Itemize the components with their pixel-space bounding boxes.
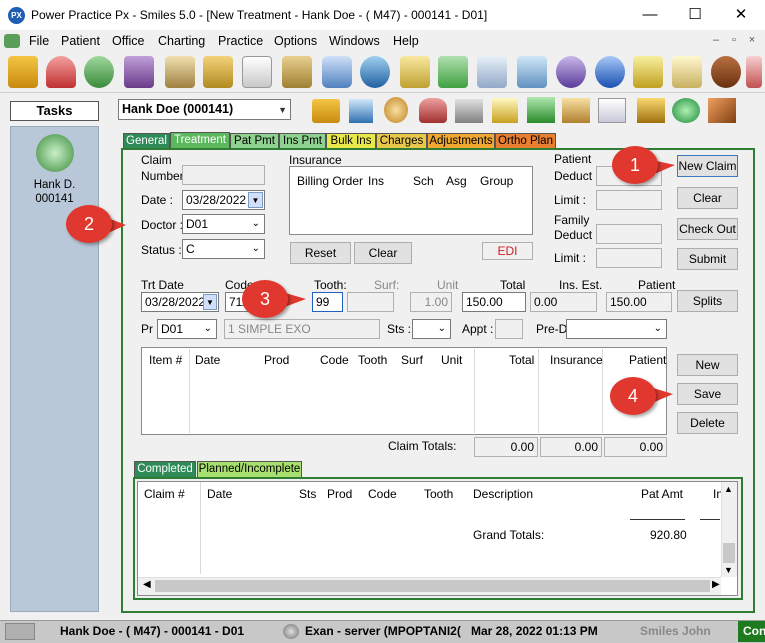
status-datetime: Mar 28, 2022 01:13 PM: [471, 624, 598, 638]
status-user: Smiles John: [640, 624, 711, 638]
callout-layer: [108, 160, 675, 404]
callout-4: 4: [610, 377, 656, 415]
status-patient: Hank Doe - ( M47) - 000141 - D01: [60, 624, 245, 638]
callout-2: 2: [66, 205, 112, 243]
status-icon: [5, 623, 35, 640]
status-server: Exan - server (MPOPTANI2(: [305, 624, 461, 638]
status-connection: Con: [738, 621, 765, 642]
server-icon: [283, 624, 299, 639]
callout-3: 3: [242, 280, 288, 318]
callout-1: 1: [612, 146, 658, 184]
